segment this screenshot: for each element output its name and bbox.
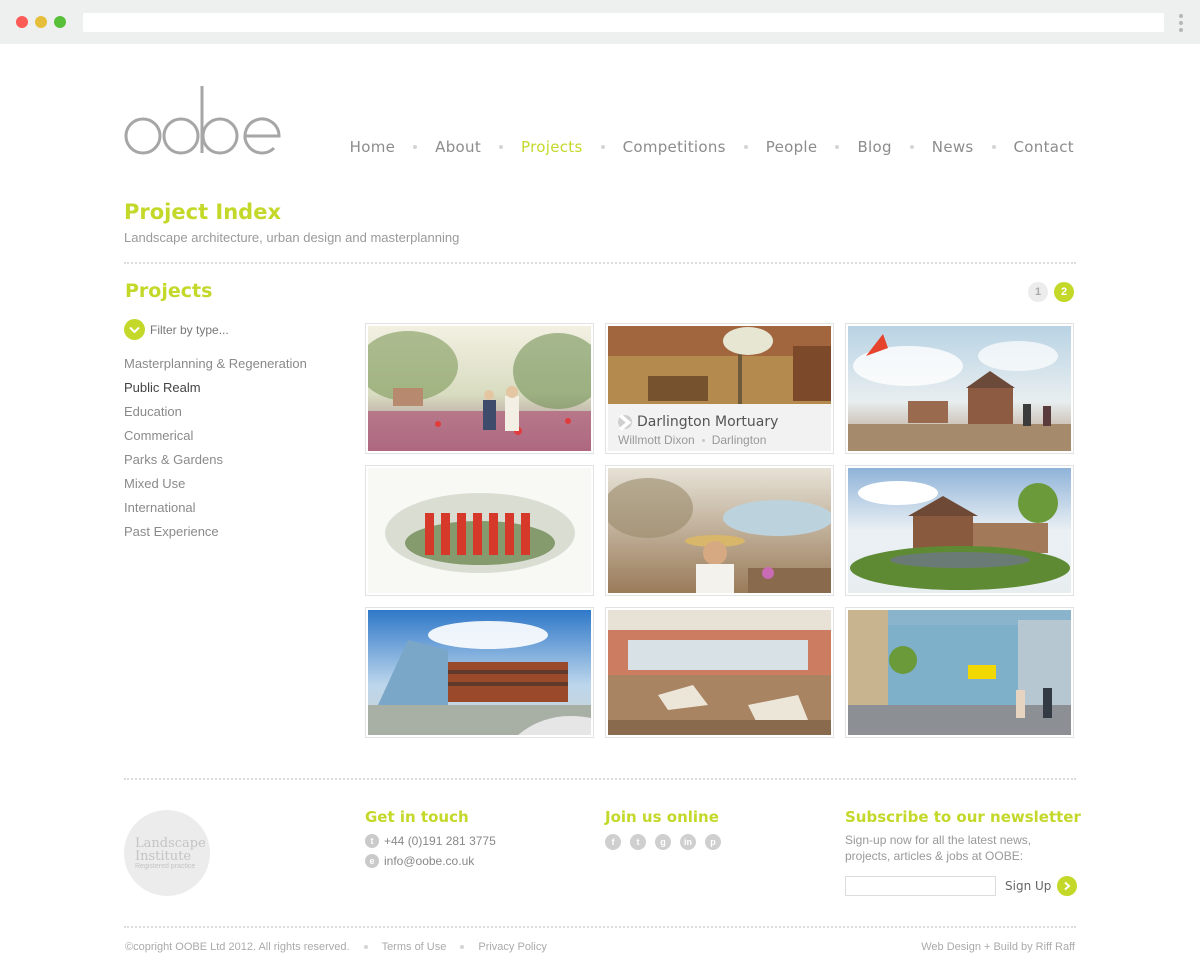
project-client: Willmott Dixon [618,433,695,447]
social-icons: f t g in p [605,834,730,850]
email-icon: e [365,854,379,868]
project-image [848,326,1071,451]
category-past-experience[interactable]: Past Experience [124,524,307,548]
nav-separator [835,145,840,149]
filter-label: Filter by type... [150,322,229,337]
copyright: ©copright OOBE Ltd 2012. All rights rese… [125,941,350,953]
landscape-institute-badge: Landscape Institute Registered practice [124,810,210,896]
project-title: Darlington Mortuary [637,414,779,430]
project-caption: Darlington Mortuary Willmott Dixon Darlin… [608,404,831,451]
newsletter-email-input[interactable] [845,876,996,896]
category-masterplanning[interactable]: Masterplanning & Regeneration [124,356,307,380]
project-image [848,468,1071,593]
nav-people[interactable]: People [766,138,818,156]
nav-projects[interactable]: Projects [521,138,583,156]
project-tile[interactable] [365,465,594,596]
category-list: Masterplanning & Regeneration Public Rea… [124,356,307,548]
page-title: Project Index [124,200,281,224]
site-logo[interactable] [124,84,284,160]
phone-icon: t [365,834,379,848]
project-image [608,468,831,593]
page-2-button[interactable]: 2 [1054,282,1074,302]
nav-news[interactable]: News [932,138,974,156]
browser-menu-icon[interactable] [1178,14,1184,32]
credit-link[interactable]: Web Design + Build by Riff Raff [921,941,1075,953]
nav-about[interactable]: About [435,138,481,156]
email-link[interactable]: info@oobe.co.uk [384,854,474,868]
page-subtitle: Landscape architecture, urban design and… [124,230,460,245]
nav-separator [499,145,504,149]
newsletter-text: Sign-up now for all the latest news, pro… [845,833,1032,863]
minimize-window-icon[interactable] [35,16,47,28]
chevron-right-icon [618,413,632,431]
category-international[interactable]: International [124,500,307,524]
signup-button[interactable]: Sign Up [1005,876,1078,896]
phone-number: +44 (0)191 281 3775 [384,834,496,848]
page-1-button[interactable]: 1 [1028,282,1048,302]
signup-label: Sign Up [1005,879,1052,893]
terms-link[interactable]: Terms of Use [382,941,447,953]
filter-toggle[interactable]: Filter by type... [124,319,229,340]
project-tile[interactable] [365,607,594,738]
nav-separator [413,145,418,149]
projects-heading: Projects [125,280,213,302]
nav-blog[interactable]: Blog [857,138,891,156]
maximize-window-icon[interactable] [54,16,66,28]
linkedin-icon[interactable]: in [680,834,696,850]
nav-separator [743,145,748,149]
nav-competitions[interactable]: Competitions [623,138,726,156]
pinterest-icon[interactable]: p [705,834,721,850]
email-row: e info@oobe.co.uk [365,854,474,868]
category-mixed-use[interactable]: Mixed Use [124,476,307,500]
project-tile-darlington-mortuary[interactable]: Darlington Mortuary Willmott Dixon Darlin… [605,323,834,454]
social-heading: Join us online [605,808,719,826]
phone-row: t +44 (0)191 281 3775 [365,834,496,848]
twitter-icon[interactable]: t [630,834,646,850]
project-tile[interactable] [845,323,1074,454]
nav-contact[interactable]: Contact [1014,138,1074,156]
badge-line-3: Registered practice [135,863,196,870]
category-public-realm[interactable]: Public Realm [124,380,307,404]
category-parks-gardens[interactable]: Parks & Gardens [124,452,307,476]
nav-home[interactable]: Home [350,138,396,156]
project-location: Darlington [711,433,767,447]
nav-separator [991,145,996,149]
divider [124,926,1076,928]
project-tile[interactable] [845,465,1074,596]
address-bar[interactable] [83,13,1164,32]
project-image [608,610,831,735]
oobe-logo-icon [124,86,281,155]
divider [124,262,1076,264]
browser-chrome [0,0,1200,44]
pagination: 1 2 [1022,282,1074,302]
project-image [848,610,1071,735]
newsletter-heading: Subscribe to our newsletter [845,808,1081,826]
footer-bottom: ©copright OOBE Ltd 2012. All rights rese… [125,941,547,953]
project-image [368,326,591,451]
category-education[interactable]: Education [124,404,307,428]
main-nav: Home About Projects Competitions People … [350,136,1074,158]
project-image [368,468,591,593]
project-tile[interactable] [845,607,1074,738]
badge-line-2: Institute [135,849,192,864]
project-tile[interactable] [605,465,834,596]
project-tile[interactable] [365,323,594,454]
category-commerical[interactable]: Commerical [124,428,307,452]
project-tile[interactable] [605,607,834,738]
chevron-right-icon [1057,876,1078,896]
nav-separator [909,145,914,149]
chevron-down-icon [124,319,145,340]
nav-separator [600,145,605,149]
privacy-link[interactable]: Privacy Policy [478,941,546,953]
contact-heading: Get in touch [365,808,469,826]
close-window-icon[interactable] [16,16,28,28]
divider [124,778,1076,780]
facebook-icon[interactable]: f [605,834,621,850]
project-image [368,610,591,735]
google-plus-icon[interactable]: g [655,834,671,850]
